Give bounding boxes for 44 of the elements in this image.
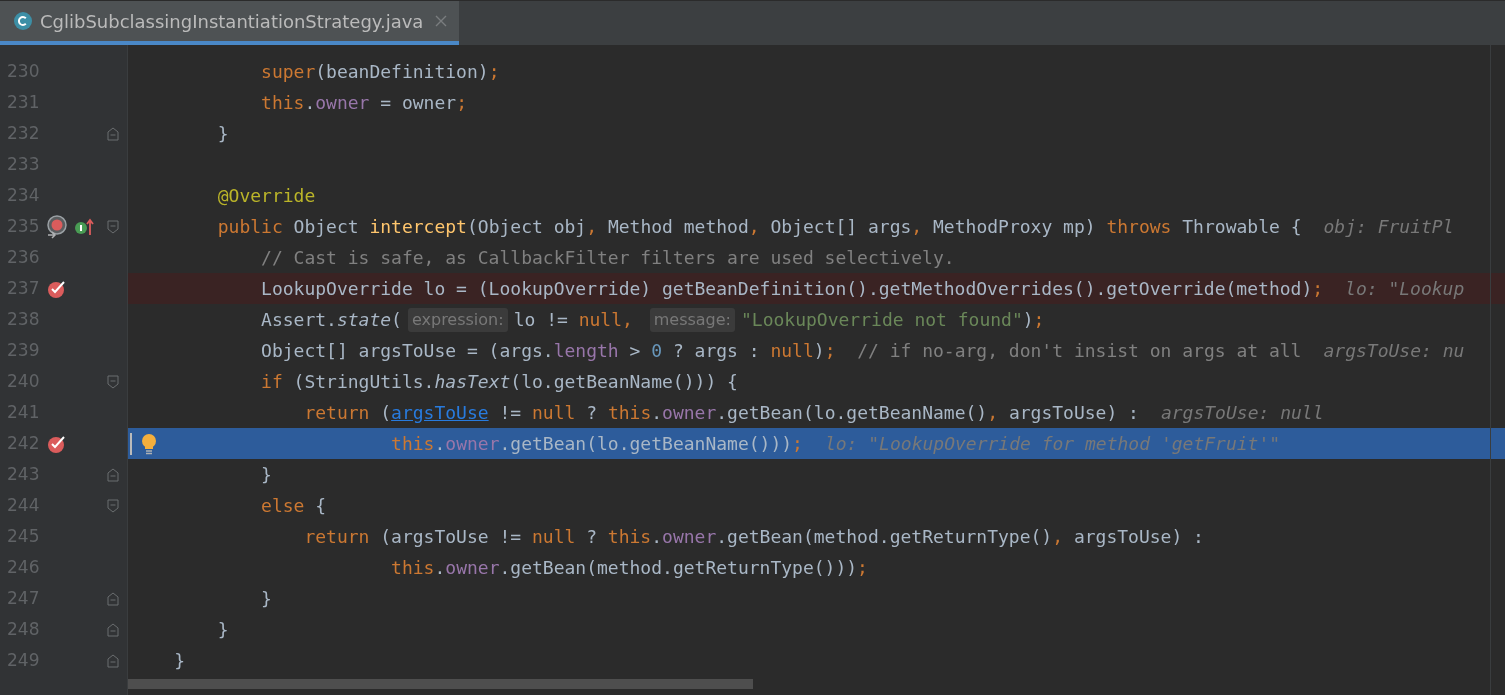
code-text: LookupOverride lo = (LookupOverride) getBeanDefinition().getMethodOverrides().getOverride(method); bbox=[261, 277, 1324, 301]
code-text: Assert.state( bbox=[261, 308, 402, 332]
code-text: lo != null, bbox=[513, 308, 634, 332]
code-text: this.owner.getBean(lo.getBeanName())); bbox=[391, 432, 803, 456]
inline-debug-value: obj: FruitPl bbox=[1323, 215, 1454, 239]
code-text: return (argsToUse != null ? this.owner.getBean(method.getReturnType(), argsToUse) : bbox=[304, 525, 1204, 549]
implements-arrow-icon[interactable] bbox=[74, 216, 94, 237]
code-text: } bbox=[261, 463, 272, 487]
code-text: return (argsToUse != null ? this.owner.getBean(lo.getBeanName(), argsToUse) : bbox=[304, 401, 1139, 425]
code-text: // Cast is safe, as CallbackFilter filters are used selectively. bbox=[261, 246, 955, 270]
code-text: super(beanDefinition); bbox=[261, 60, 500, 84]
fold-marker-icon[interactable] bbox=[107, 591, 119, 606]
fold-marker-icon[interactable] bbox=[107, 126, 119, 141]
inline-debug-value: lo: "Lookup bbox=[1345, 277, 1465, 301]
inline-debug-value: lo: "LookupOverride for method 'getFruit'" bbox=[824, 432, 1281, 456]
code-text: else { bbox=[261, 494, 327, 518]
horizontal-scrollbar-thumb[interactable] bbox=[128, 679, 753, 689]
code-text: if (StringUtils.hasText(lo.getBeanName())) { bbox=[261, 370, 738, 394]
code-text: this.owner.getBean(method.getReturnType())); bbox=[391, 556, 868, 580]
editor-tab[interactable]: CglibSubclassingInstantiationStrategy.java bbox=[0, 1, 460, 45]
code-text: } bbox=[261, 587, 272, 611]
close-icon[interactable] bbox=[435, 15, 448, 27]
fold-marker-icon[interactable] bbox=[107, 653, 119, 668]
code-text: Object[] argsToUse = (args.length > 0 ? args : null); // if no-arg, don't insist on args at all bbox=[261, 339, 1302, 363]
class-icon bbox=[14, 12, 32, 30]
inline-debug-value: argsToUse: nu bbox=[1323, 339, 1465, 363]
code-text: "LookupOverride not found"); bbox=[741, 308, 1045, 332]
code-text: } bbox=[174, 649, 186, 673]
code-text: } bbox=[217, 618, 229, 642]
fold-marker-icon[interactable] bbox=[107, 219, 119, 234]
fold-marker-icon[interactable] bbox=[107, 498, 119, 513]
code-text: } bbox=[217, 122, 229, 146]
code-text: this.owner = owner; bbox=[261, 91, 467, 115]
lightbulb-icon[interactable] bbox=[140, 432, 158, 455]
code-text: @Override bbox=[217, 184, 316, 208]
method-breakpoint-icon[interactable] bbox=[46, 214, 68, 239]
fold-marker-icon[interactable] bbox=[107, 374, 119, 389]
code-text: public Object intercept(Object obj, Method method, Object[] args, MethodProxy mp) throws Throwable { bbox=[217, 215, 1302, 239]
inline-debug-value: argsToUse: null bbox=[1160, 401, 1324, 425]
parameter-hint: message: bbox=[649, 307, 735, 332]
fold-marker-icon[interactable] bbox=[107, 622, 119, 637]
tab-title: CglibSubclassingInstantiationStrategy.java bbox=[40, 9, 424, 34]
parameter-hint: expression: bbox=[407, 307, 508, 332]
fold-marker-icon[interactable] bbox=[107, 467, 119, 482]
